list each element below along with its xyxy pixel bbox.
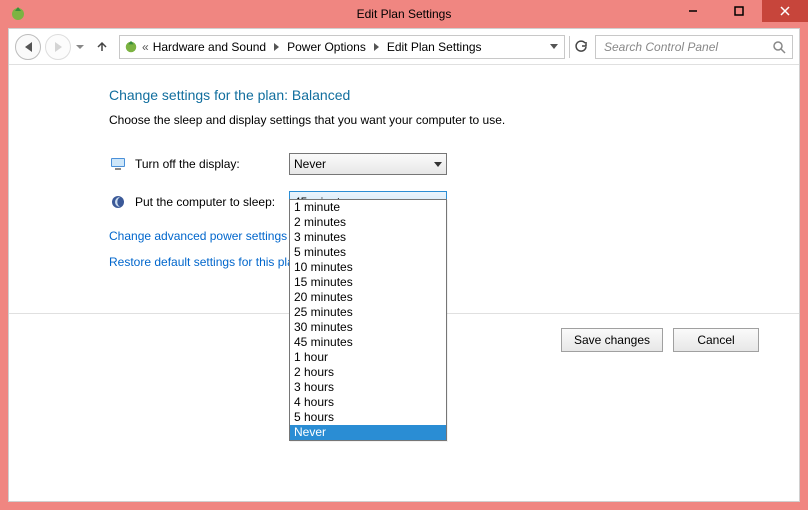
dropdown-option[interactable]: 45 minutes bbox=[290, 335, 446, 350]
dropdown-option[interactable]: 1 hour bbox=[290, 350, 446, 365]
address-bar[interactable]: « Hardware and Sound Power Options Edit … bbox=[119, 35, 565, 59]
dropdown-option[interactable]: 5 minutes bbox=[290, 245, 446, 260]
dropdown-option[interactable]: 3 minutes bbox=[290, 230, 446, 245]
restore-link[interactable]: Restore default settings for this plan bbox=[109, 255, 799, 269]
content-frame: « Hardware and Sound Power Options Edit … bbox=[8, 28, 800, 502]
dropdown-option[interactable]: 20 minutes bbox=[290, 290, 446, 305]
dropdown-option[interactable]: 30 minutes bbox=[290, 320, 446, 335]
dropdown-option[interactable]: 3 hours bbox=[290, 380, 446, 395]
display-off-combo[interactable]: Never bbox=[289, 153, 447, 175]
chevron-right-icon bbox=[374, 43, 379, 51]
chevron-down-icon bbox=[434, 162, 442, 167]
display-off-label: Turn off the display: bbox=[135, 157, 289, 171]
dropdown-option[interactable]: 2 hours bbox=[290, 365, 446, 380]
advanced-link[interactable]: Change advanced power settings bbox=[109, 229, 799, 243]
close-button[interactable] bbox=[762, 0, 808, 22]
breadcrumb-item[interactable]: Power Options bbox=[283, 36, 370, 58]
main-content: Change settings for the plan: Balanced C… bbox=[9, 65, 799, 501]
minimize-button[interactable] bbox=[670, 0, 716, 22]
dropdown-option[interactable]: Never bbox=[290, 425, 446, 440]
dropdown-option[interactable]: 25 minutes bbox=[290, 305, 446, 320]
chevron-right-icon bbox=[274, 43, 279, 51]
dropdown-option[interactable]: 1 minute bbox=[290, 200, 446, 215]
sleep-dropdown-list[interactable]: 1 minute2 minutes3 minutes5 minutes10 mi… bbox=[289, 199, 447, 441]
breadcrumb-item[interactable]: Hardware and Sound bbox=[149, 36, 270, 58]
breadcrumb-item[interactable]: Edit Plan Settings bbox=[383, 36, 486, 58]
search-box[interactable] bbox=[595, 35, 793, 59]
search-input[interactable] bbox=[602, 39, 772, 55]
display-off-value: Never bbox=[294, 157, 326, 171]
app-icon bbox=[8, 4, 28, 24]
monitor-icon bbox=[109, 155, 127, 173]
save-button[interactable]: Save changes bbox=[561, 328, 663, 352]
title-bar: Edit Plan Settings bbox=[0, 0, 808, 28]
dropdown-option[interactable]: 4 hours bbox=[290, 395, 446, 410]
address-dropdown-icon[interactable] bbox=[550, 44, 558, 49]
dropdown-option[interactable]: 15 minutes bbox=[290, 275, 446, 290]
sleep-row: Put the computer to sleep: 45 minutes bbox=[109, 191, 799, 213]
maximize-button[interactable] bbox=[716, 0, 762, 22]
breadcrumb-prefix: « bbox=[142, 40, 149, 54]
location-icon bbox=[122, 38, 140, 56]
sleep-label: Put the computer to sleep: bbox=[135, 195, 289, 209]
refresh-button[interactable] bbox=[569, 36, 591, 58]
page-heading: Change settings for the plan: Balanced bbox=[109, 87, 799, 103]
search-icon bbox=[772, 40, 786, 54]
nav-bar: « Hardware and Sound Power Options Edit … bbox=[9, 29, 799, 65]
dropdown-option[interactable]: 5 hours bbox=[290, 410, 446, 425]
dropdown-option[interactable]: 2 minutes bbox=[290, 215, 446, 230]
moon-icon bbox=[109, 193, 127, 211]
back-button[interactable] bbox=[15, 34, 41, 60]
page-subtext: Choose the sleep and display settings th… bbox=[109, 113, 799, 127]
up-button[interactable] bbox=[93, 38, 111, 56]
display-off-row: Turn off the display: Never bbox=[109, 153, 799, 175]
cancel-button[interactable]: Cancel bbox=[673, 328, 759, 352]
forward-button[interactable] bbox=[45, 34, 71, 60]
history-dropdown[interactable] bbox=[75, 45, 85, 49]
dropdown-option[interactable]: 10 minutes bbox=[290, 260, 446, 275]
